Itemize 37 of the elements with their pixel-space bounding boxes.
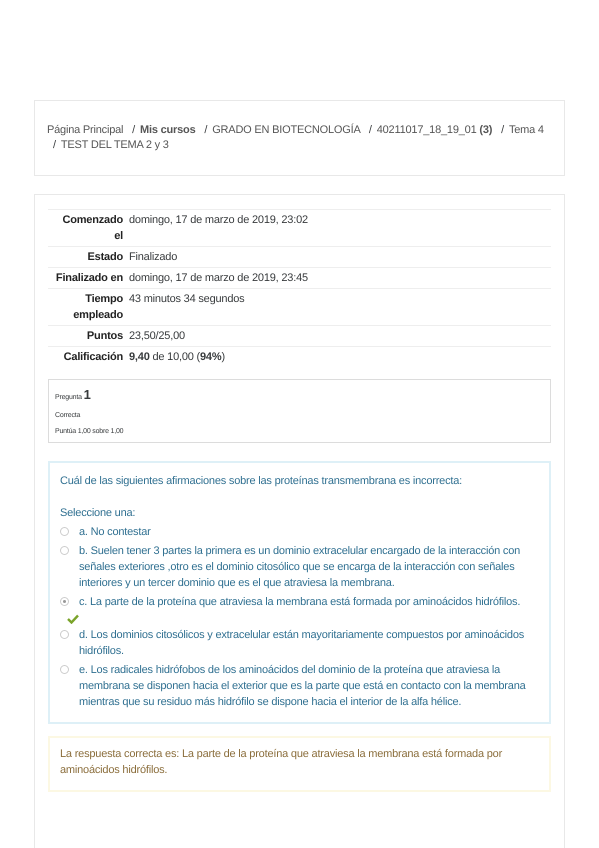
summary-label: Finalizado en <box>48 268 126 288</box>
option-text: e. Los radicales hidrófobos de los aminoácidos del dominio de la proteína que atraviesa la membrana se disponen hacia el exterior que es la parte que está en contacto con la membrana mientras que su residuo más hidrófilo se dispone hacia el interior de la alfa hélice. <box>79 662 527 710</box>
radio-button[interactable] <box>60 546 69 554</box>
summary-value: domingo, 17 de marzo de 2019, 23:45 <box>126 268 551 288</box>
breadcrumb-link[interactable]: 40211017_18_19_01 (3) <box>376 124 492 136</box>
option-text: c. La parte de la proteína que atraviesa la membrana está formada por aminoácidos hidrófilos. <box>79 594 520 610</box>
summary-label: Comenzado el <box>48 210 126 246</box>
summary-value: domingo, 17 de marzo de 2019, 23:02 <box>126 210 551 246</box>
breadcrumb-link[interactable]: Página Principal <box>47 124 124 136</box>
summary-label: Tiempo empleado <box>48 288 126 326</box>
radio-button[interactable] <box>60 526 69 536</box>
select-prompt: Seleccione una: <box>60 506 136 520</box>
radio-button[interactable] <box>60 596 69 606</box>
radio-button[interactable] <box>60 630 69 638</box>
breadcrumb-separator: / <box>53 139 56 151</box>
breadcrumb-separator: / <box>204 124 208 136</box>
breadcrumb-link[interactable]: GRADO EN BIOTECNOLOGÍA <box>212 124 360 136</box>
question-text: Cuál de las siguientes afirmaciones sobre las proteínas transmembrana es incorrecta: <box>60 474 464 488</box>
breadcrumb-separator: / <box>368 124 372 136</box>
summary-label: Puntos <box>48 326 126 346</box>
breadcrumb-link[interactable]: Mis cursos <box>140 124 196 136</box>
summary-value: 23,50/25,00 <box>126 326 551 346</box>
option-text: b. Suelen tener 3 partes la primera es un dominio extracelular encargado de la interacción con señales exteriores ,otro es el dominio citosólico que se encarga de la interacción con señales interiores y un tercer dominio que es el que atraviesa la membrana. <box>79 544 522 590</box>
option-text: d. Los dominios citosólicos y extracelular están mayoritariamente compuestos por aminoácidos hidrófilos. <box>79 628 526 658</box>
radio-button[interactable] <box>60 664 69 674</box>
question-number: 1 <box>84 387 91 402</box>
breadcrumb-link[interactable]: TEST DEL TEMA 2 y 3 <box>60 139 169 151</box>
summary-value: 43 minutos 34 segundos <box>126 288 551 326</box>
breadcrumb-link[interactable]: Tema 4 <box>508 124 544 136</box>
summary-label: Estado <box>48 246 126 268</box>
summary-value: Finalizado <box>126 246 551 268</box>
breadcrumb-separator: / <box>501 124 504 136</box>
summary-value: 9,40 de 10,00 (94%) <box>126 346 551 367</box>
breadcrumb-separator: / <box>132 124 136 136</box>
option-text: a. No contestar <box>79 524 151 540</box>
summary-label: Calificación <box>48 346 126 367</box>
feedback-text: La respuesta correcta es: La parte de la proteína que atraviesa la membrana está formada por aminoácidos hidrófilos. <box>60 746 504 778</box>
